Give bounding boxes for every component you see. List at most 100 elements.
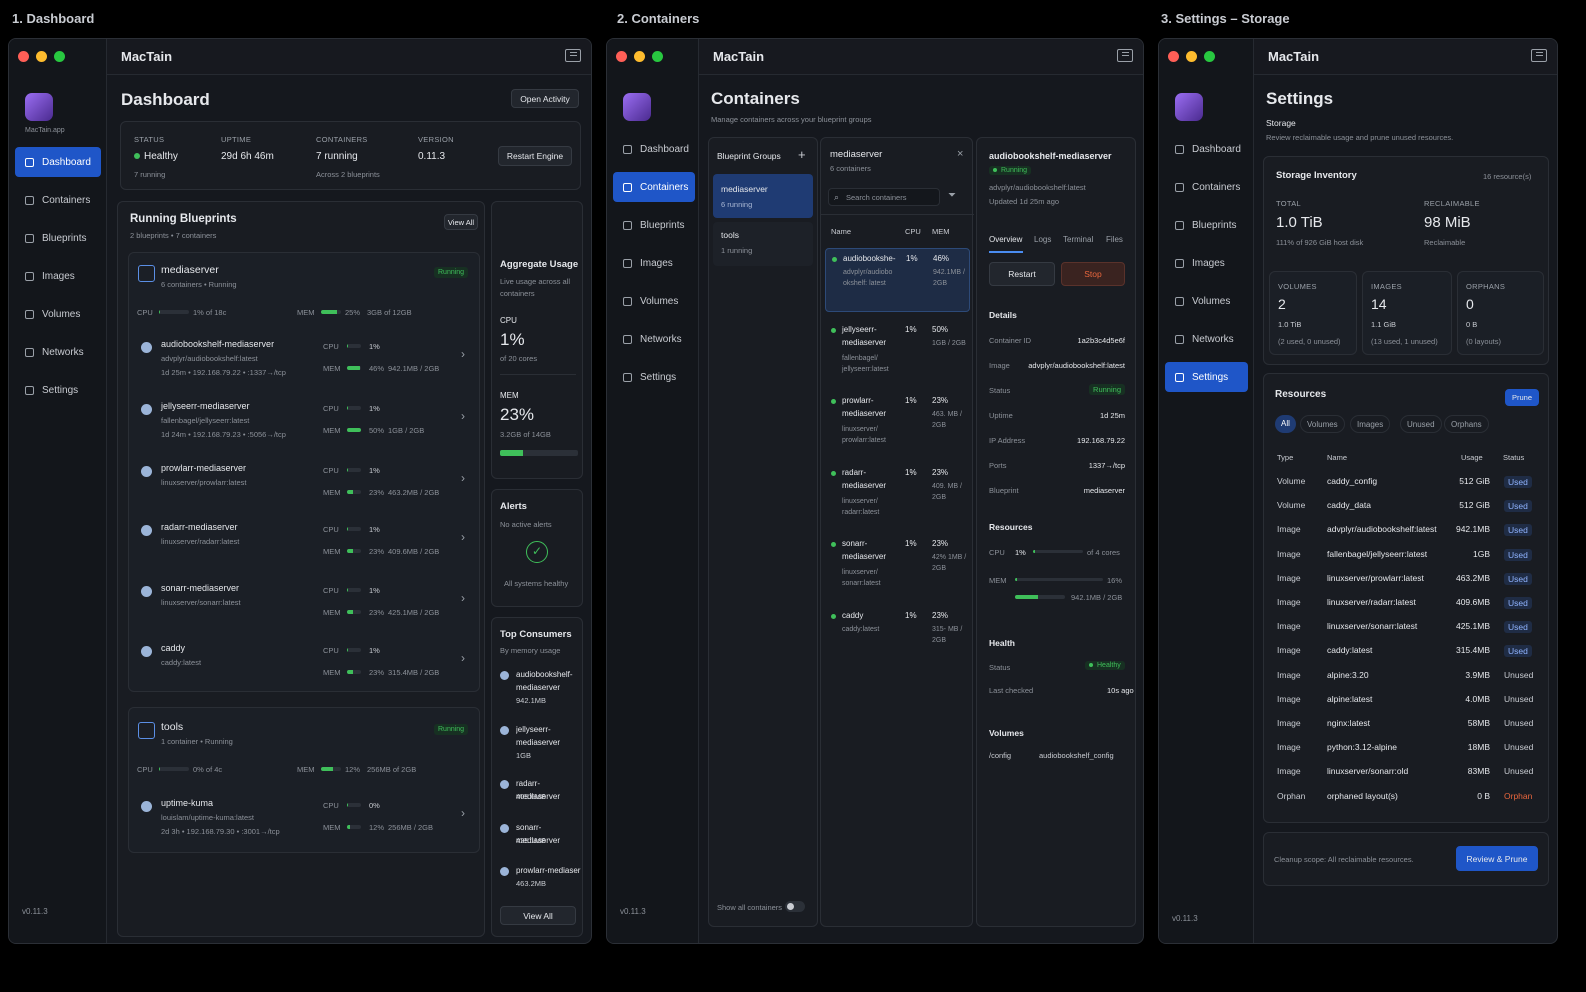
cpu-label: CPU <box>323 404 339 413</box>
tab-overview[interactable]: Overview <box>989 235 1022 244</box>
tab-terminal[interactable]: Terminal <box>1063 235 1093 244</box>
stop-button[interactable]: Stop <box>1061 262 1125 286</box>
search-input[interactable]: ⌕ Search containers <box>828 188 940 206</box>
group-mediaserver[interactable]: mediaserver 6 running <box>713 174 813 218</box>
consumer-item[interactable]: radarr-mediaserver 409.6MB <box>498 777 582 817</box>
open-activity-button[interactable]: Open Activity <box>511 89 579 108</box>
resource-row[interactable]: Image advplyr/audiobookshelf:latest 942.1M… <box>1264 518 1548 542</box>
nav-blueprints[interactable]: Blueprints <box>15 223 101 253</box>
nav-dashboard[interactable]: Dashboard <box>1165 134 1248 164</box>
container-row[interactable]: jellyseerr-mediaserver fallenbagel/jellys… <box>135 397 475 453</box>
mem-pct: 23% <box>932 468 949 477</box>
nav-blueprints[interactable]: Blueprints <box>1165 210 1248 240</box>
consumer-item[interactable]: jellyseerr-mediaserver 1GB <box>498 723 582 763</box>
zoom-button[interactable] <box>54 51 65 62</box>
resource-row[interactable]: Image linuxserver/sonarr:latest 425.1MB Use… <box>1264 615 1548 639</box>
view-all-consumers-button[interactable]: View All <box>500 906 576 925</box>
chevron-right-icon[interactable]: › <box>461 471 465 485</box>
nav-containers[interactable]: Containers <box>15 185 101 215</box>
nav-networks[interactable]: Networks <box>613 324 695 354</box>
filter-all[interactable]: All <box>1275 415 1296 433</box>
nav-settings[interactable]: Settings <box>15 375 101 405</box>
nav-images[interactable]: Images <box>1165 248 1248 278</box>
nav-blueprints[interactable]: Blueprints <box>613 210 695 240</box>
close-button[interactable] <box>616 51 627 62</box>
container-list-row[interactable]: radarr-mediaserver linuxserver/ radarr:la… <box>825 463 970 529</box>
filter-images[interactable]: Images <box>1350 415 1391 433</box>
container-icon <box>500 824 509 833</box>
consumer-item[interactable]: audiobookshelf-mediaserver 942.1MB <box>498 668 582 708</box>
chevron-right-icon[interactable]: › <box>461 347 465 361</box>
minimize-button[interactable] <box>1186 51 1197 62</box>
resource-row[interactable]: Image fallenbagel/jellyseerr:latest 1GB Use… <box>1264 543 1548 567</box>
resource-row[interactable]: Image nginx:latest 58MB Unused <box>1264 712 1548 736</box>
container-row[interactable]: prowlarr-mediaserver linuxserver/prowlarr… <box>135 459 475 515</box>
container-list-row[interactable]: jellyseerr-mediaserver fallenbagel/ jelly… <box>825 320 970 386</box>
container-row[interactable]: caddy caddy:latest CPU 1% MEM 23% 315.4MB / 2G… <box>135 639 475 695</box>
close-button[interactable] <box>1168 51 1179 62</box>
review-prune-button[interactable]: Review & Prune <box>1456 846 1538 871</box>
resource-row[interactable]: Image caddy:latest 315.4MB Used <box>1264 639 1548 663</box>
resource-usage: 18MB <box>1467 742 1490 753</box>
chevron-right-icon[interactable]: › <box>461 806 465 820</box>
nav-networks[interactable]: Networks <box>1165 324 1248 354</box>
resource-row[interactable]: Orphan orphaned layout(s) 0 B Orphan <box>1264 785 1548 809</box>
resource-row[interactable]: Image linuxserver/sonarr:old 83MB Unused <box>1264 760 1548 784</box>
nav-networks[interactable]: Networks <box>15 337 101 367</box>
container-list-row[interactable]: prowlarr-mediaserver linuxserver/ prowlar… <box>825 391 970 457</box>
close-button[interactable] <box>18 51 29 62</box>
nav-volumes[interactable]: Volumes <box>1165 286 1248 316</box>
resource-row[interactable]: Volume caddy_config 512 GiB Used <box>1264 470 1548 494</box>
show-all-toggle[interactable] <box>785 901 805 912</box>
prune-button[interactable]: Prune <box>1505 389 1539 406</box>
container-row[interactable]: audiobookshelf-mediaserver advplyr/audiob… <box>135 335 475 391</box>
nav-settings[interactable]: Settings <box>1165 362 1248 392</box>
nav-dashboard[interactable]: Dashboard <box>15 147 101 177</box>
filter-unused[interactable]: Unused <box>1400 415 1442 433</box>
container-row[interactable]: uptime-kuma louislam/uptime-kuma:latest 2d… <box>135 794 475 850</box>
container-list-row[interactable]: audiobookshe-advplyr/audiobo okshelf: la… <box>825 248 970 312</box>
container-list-row[interactable]: caddy caddy:latest 1% 23% 315- MB / 2GB <box>825 606 970 672</box>
nav-settings[interactable]: Settings <box>613 362 695 392</box>
resource-row[interactable]: Image linuxserver/prowlarr:latest 463.2MB U… <box>1264 567 1548 591</box>
resource-row[interactable]: Image alpine:latest 4.0MB Unused <box>1264 688 1548 712</box>
view-all-blueprints-button[interactable]: View All <box>444 214 478 230</box>
container-row[interactable]: radarr-mediaserver linuxserver/radarr:lat… <box>135 518 475 574</box>
filter-icon[interactable]: ⏷ <box>948 190 956 201</box>
minimize-button[interactable] <box>36 51 47 62</box>
nav-volumes[interactable]: Volumes <box>613 286 695 316</box>
filter-orphans[interactable]: Orphans <box>1444 415 1489 433</box>
resource-row[interactable]: Image linuxserver/radarr:latest 409.6MB Use… <box>1264 591 1548 615</box>
chevron-right-icon[interactable]: › <box>461 530 465 544</box>
nav-containers[interactable]: Containers <box>613 172 695 202</box>
tab-logs[interactable]: Logs <box>1034 235 1051 244</box>
close-icon[interactable]: × <box>957 148 963 160</box>
consumer-item[interactable]: sonarr-mediaserver 425.1MB <box>498 821 582 861</box>
sidebar-toggle-icon[interactable] <box>1117 49 1133 62</box>
nav-containers[interactable]: Containers <box>1165 172 1248 202</box>
restart-engine-button[interactable]: Restart Engine <box>498 146 572 166</box>
nav-volumes[interactable]: Volumes <box>15 299 101 329</box>
container-list-row[interactable]: sonarr-mediaserver linuxserver/ sonarr:la… <box>825 534 970 600</box>
zoom-button[interactable] <box>652 51 663 62</box>
chevron-right-icon[interactable]: › <box>461 409 465 423</box>
group-tools[interactable]: tools 1 running <box>713 222 813 266</box>
minimize-button[interactable] <box>634 51 645 62</box>
add-group-icon[interactable]: + <box>798 147 806 162</box>
container-row[interactable]: sonarr-mediaserver linuxserver/sonarr:lat… <box>135 579 475 635</box>
filter-volumes[interactable]: Volumes <box>1300 415 1345 433</box>
tab-files[interactable]: Files <box>1106 235 1123 244</box>
resource-row[interactable]: Volume caddy_data 512 GiB Used <box>1264 494 1548 518</box>
nav-images[interactable]: Images <box>613 248 695 278</box>
nav-images[interactable]: Images <box>15 261 101 291</box>
restart-button[interactable]: Restart <box>989 262 1055 286</box>
zoom-button[interactable] <box>1204 51 1215 62</box>
sidebar-toggle-icon[interactable] <box>1531 49 1547 62</box>
chevron-right-icon[interactable]: › <box>461 651 465 665</box>
sidebar-toggle-icon[interactable] <box>565 49 581 62</box>
consumer-item[interactable]: prowlarr-mediaser 463.2MB <box>498 864 582 904</box>
resource-row[interactable]: Image python:3.12-alpine 18MB Unused <box>1264 736 1548 760</box>
chevron-right-icon[interactable]: › <box>461 591 465 605</box>
nav-dashboard[interactable]: Dashboard <box>613 134 695 164</box>
resource-row[interactable]: Image alpine:3.20 3.9MB Unused <box>1264 664 1548 688</box>
